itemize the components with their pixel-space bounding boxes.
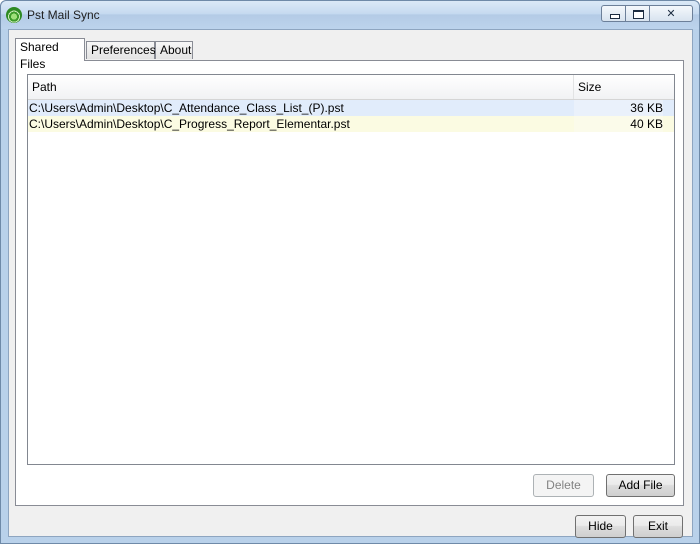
restore-icon — [633, 10, 644, 19]
close-icon: ✕ — [666, 7, 676, 20]
file-list[interactable]: Path Size C:\Users\Admin\Desktop\C_Atten… — [27, 74, 675, 465]
column-header-size[interactable]: Size — [574, 75, 674, 99]
delete-button[interactable]: Delete — [533, 474, 594, 497]
tab-preferences[interactable]: Preferences — [86, 41, 156, 59]
shared-files-panel: Path Size C:\Users\Admin\Desktop\C_Atten… — [15, 60, 684, 506]
column-header-path[interactable]: Path — [28, 75, 574, 99]
title-bar[interactable]: Pst Mail Sync ✕ — [1, 1, 699, 29]
list-item[interactable]: C:\Users\Admin\Desktop\C_Attendance_Clas… — [28, 100, 674, 116]
minimize-icon — [610, 14, 620, 19]
maximize-button[interactable] — [625, 5, 650, 22]
caption-buttons: ✕ — [601, 5, 693, 22]
list-item[interactable]: C:\Users\Admin\Desktop\C_Progress_Report… — [28, 116, 674, 132]
file-path: C:\Users\Admin\Desktop\C_Progress_Report… — [29, 117, 350, 131]
add-file-button[interactable]: Add File — [606, 474, 675, 497]
client-area: Shared Files Preferences About Path Size… — [8, 29, 693, 538]
window-title: Pst Mail Sync — [27, 8, 100, 22]
file-size: 40 KB — [574, 116, 663, 132]
wifi-sync-icon — [6, 7, 22, 23]
app-window: Pst Mail Sync ✕ Shared Files Preferences… — [0, 0, 700, 544]
file-path: C:\Users\Admin\Desktop\C_Attendance_Clas… — [29, 101, 344, 115]
hide-button[interactable]: Hide — [575, 515, 626, 538]
close-button[interactable]: ✕ — [649, 5, 693, 22]
list-header: Path Size — [28, 75, 674, 100]
minimize-button[interactable] — [601, 5, 626, 22]
tab-shared-files[interactable]: Shared Files — [15, 38, 85, 71]
file-size: 36 KB — [574, 100, 663, 116]
exit-button[interactable]: Exit — [633, 515, 683, 538]
tab-about[interactable]: About — [155, 41, 193, 59]
